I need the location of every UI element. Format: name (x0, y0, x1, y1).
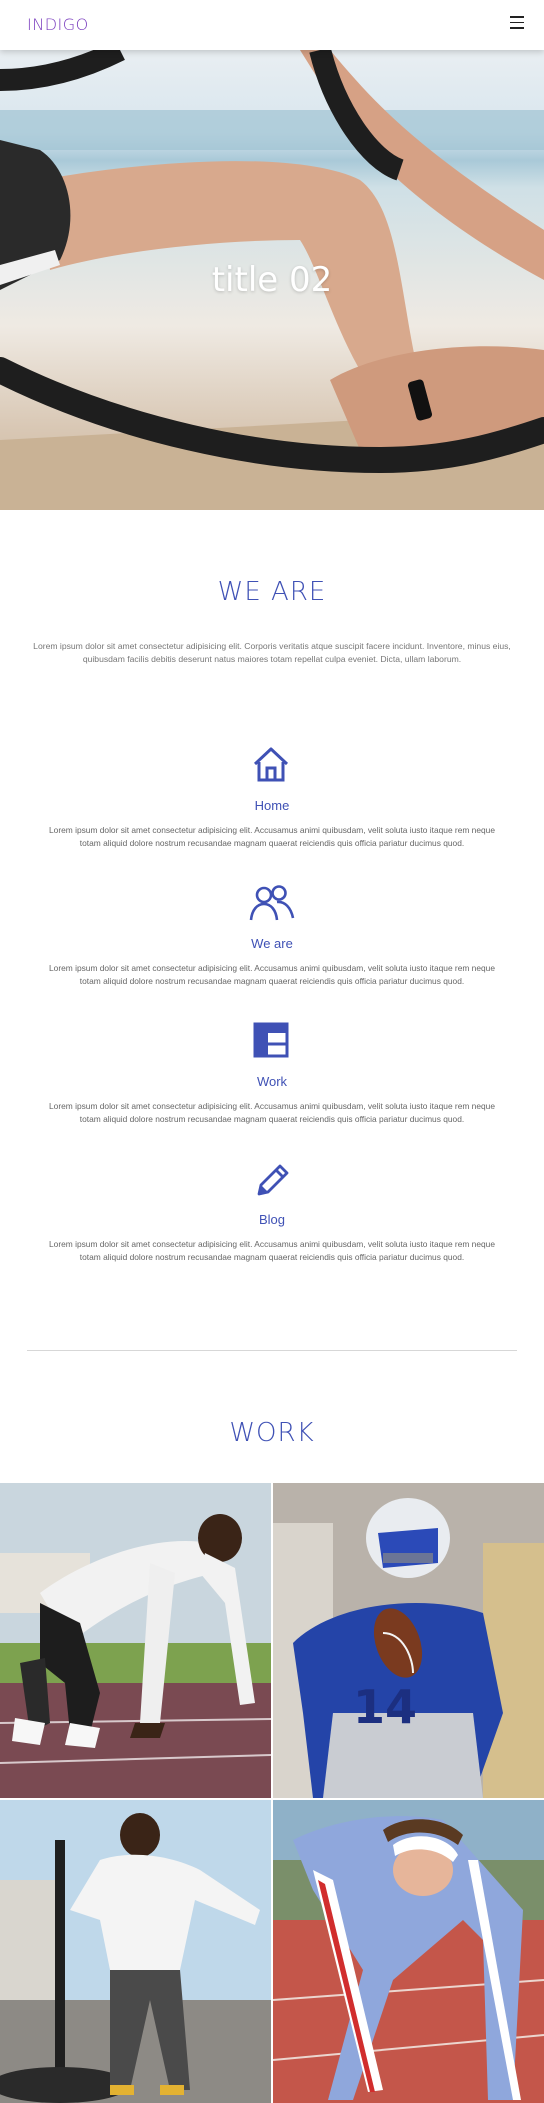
work-title: WORK (229, 1418, 315, 1448)
hero-title: title 02 (211, 260, 333, 300)
hamburger-icon[interactable] (510, 16, 524, 29)
we-are-title: WE ARE (217, 577, 327, 607)
section-divider (27, 1350, 517, 1351)
svg-text:14: 14 (353, 1680, 417, 1734)
site-header: INDIGO (0, 0, 544, 50)
users-icon (249, 885, 295, 921)
we-are-intro: Lorem ipsum dolor sit amet consectetur a… (33, 641, 511, 664)
feature-text: Lorem ipsum dolor sit amet consectetur a… (49, 963, 495, 986)
home-icon (253, 747, 289, 782)
work-image-sled[interactable] (0, 1800, 271, 2103)
feature-label: Work (256, 1074, 288, 1089)
feature-label: We are (251, 936, 293, 951)
feature-text: Lorem ipsum dolor sit amet consectetur a… (49, 1239, 495, 1262)
feature-label: Home (254, 798, 290, 813)
hero-banner: title 02 (0, 50, 544, 510)
layout-icon (253, 1022, 289, 1058)
pencil-icon (257, 1164, 289, 1196)
work-image-football[interactable]: 14 (273, 1483, 544, 1798)
logo[interactable]: INDIGO (27, 15, 89, 34)
work-image-sprinter[interactable] (0, 1483, 271, 1798)
feature-text: Lorem ipsum dolor sit amet consectetur a… (49, 825, 495, 848)
feature-label: Blog (258, 1212, 286, 1227)
feature-text: Lorem ipsum dolor sit amet consectetur a… (49, 1101, 495, 1124)
work-image-tracksuit[interactable] (273, 1800, 544, 2103)
